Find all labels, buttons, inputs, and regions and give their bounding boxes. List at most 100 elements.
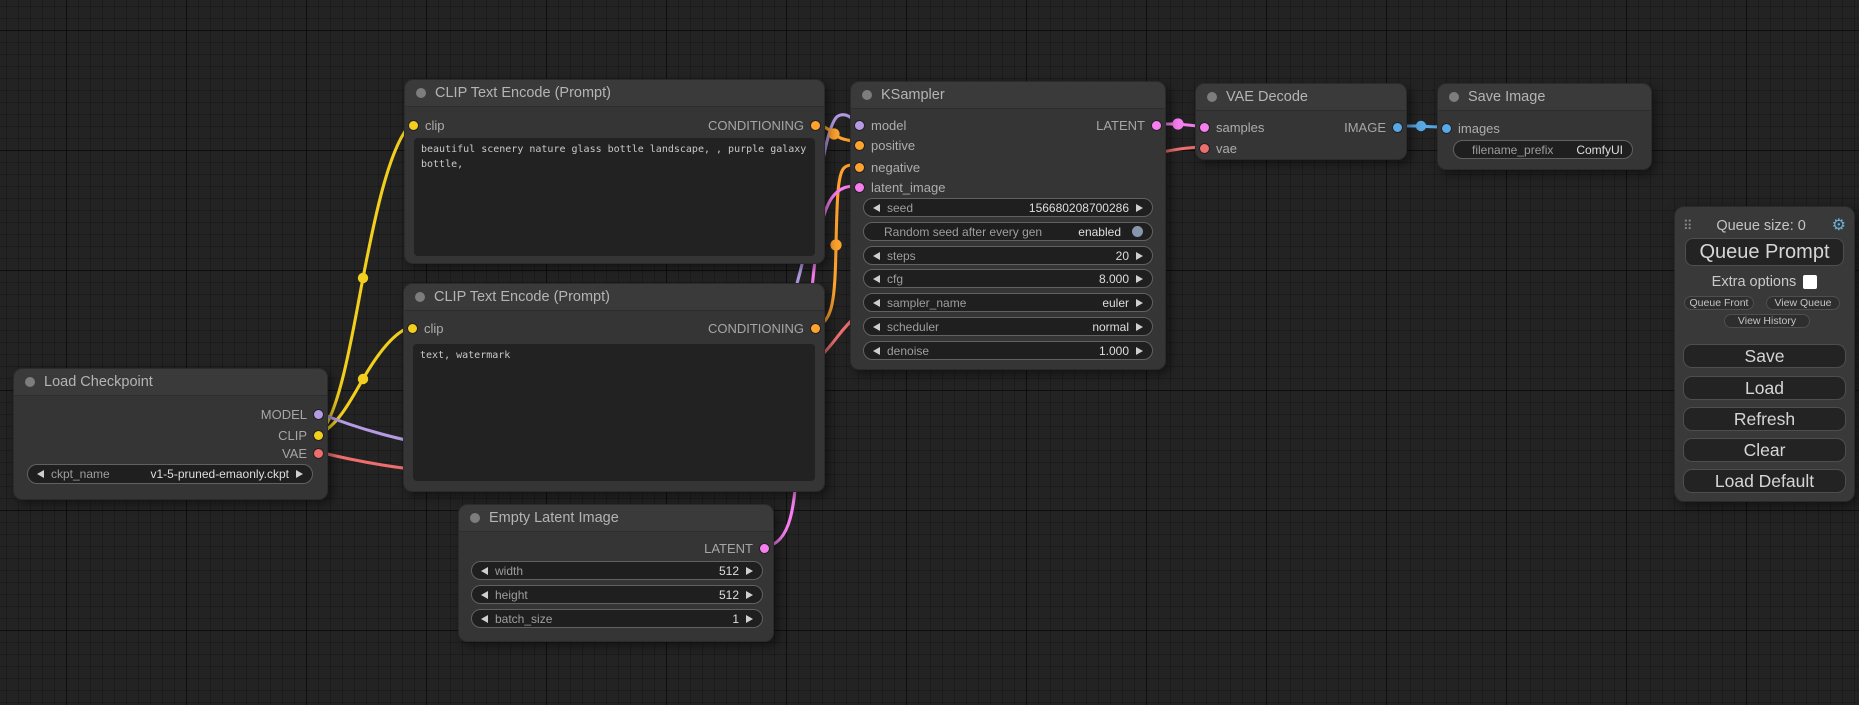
collapse-dot-icon[interactable] xyxy=(1207,92,1217,102)
collapse-dot-icon[interactable] xyxy=(25,377,35,387)
decrement-arrow-icon[interactable] xyxy=(481,615,488,623)
decrement-arrow-icon[interactable] xyxy=(873,323,880,331)
node-title-bar[interactable]: CLIP Text Encode (Prompt) xyxy=(404,284,824,311)
node-title-bar[interactable]: Load Checkpoint xyxy=(14,369,327,396)
latent-slot-icon[interactable] xyxy=(1152,121,1161,130)
output-slot-image[interactable]: IMAGE xyxy=(1344,118,1402,136)
increment-arrow-icon[interactable] xyxy=(1136,323,1143,331)
image-slot-icon[interactable] xyxy=(1393,123,1402,132)
refresh-button[interactable]: Refresh xyxy=(1683,407,1846,431)
input-slot-images[interactable]: images xyxy=(1442,119,1500,137)
positive-prompt-textarea[interactable]: beautiful scenery nature glass bottle la… xyxy=(414,138,815,256)
batch-size-widget[interactable]: batch_size 1 xyxy=(471,609,763,628)
node-save-image[interactable]: Save Image images filename_prefix ComfyU… xyxy=(1437,83,1652,170)
decrement-arrow-icon[interactable] xyxy=(481,591,488,599)
clip-slot-icon[interactable] xyxy=(314,431,323,440)
settings-gear-icon[interactable]: ⚙ xyxy=(1832,218,1846,234)
toggle-icon[interactable] xyxy=(1132,226,1143,237)
node-vae-decode[interactable]: VAE Decode samples vae IMAGE xyxy=(1195,83,1407,160)
input-slot-latent-image[interactable]: latent_image xyxy=(855,178,945,196)
image-slot-icon[interactable] xyxy=(1442,124,1451,133)
increment-arrow-icon[interactable] xyxy=(1136,347,1143,355)
node-load-checkpoint[interactable]: Load Checkpoint MODEL CLIP VAE ckpt_name… xyxy=(13,368,328,500)
queue-prompt-button[interactable]: Queue Prompt xyxy=(1685,238,1844,266)
negative-prompt-textarea[interactable]: text, watermark xyxy=(413,344,815,481)
node-title-bar[interactable]: KSampler xyxy=(851,82,1165,109)
collapse-dot-icon[interactable] xyxy=(470,513,480,523)
input-slot-clip[interactable]: clip xyxy=(408,319,444,337)
output-slot-vae[interactable]: VAE xyxy=(282,444,323,462)
vae-slot-icon[interactable] xyxy=(314,449,323,458)
node-clip-text-encode-positive[interactable]: CLIP Text Encode (Prompt) clip CONDITION… xyxy=(404,79,825,264)
random-seed-toggle-widget[interactable]: Random seed after every gen enabled xyxy=(863,222,1153,241)
input-slot-clip[interactable]: clip xyxy=(409,116,445,134)
decrement-arrow-icon[interactable] xyxy=(873,252,880,260)
conditioning-slot-icon[interactable] xyxy=(811,324,820,333)
view-history-button[interactable]: View History xyxy=(1724,314,1810,328)
input-slot-positive[interactable]: positive xyxy=(855,136,915,154)
seed-widget[interactable]: seed 156680208700286 xyxy=(863,198,1153,217)
output-slot-latent[interactable]: LATENT xyxy=(704,539,769,557)
output-slot-latent[interactable]: LATENT xyxy=(1096,116,1161,134)
decrement-arrow-icon[interactable] xyxy=(873,275,880,283)
increment-arrow-icon[interactable] xyxy=(1136,275,1143,283)
node-title-bar[interactable]: VAE Decode xyxy=(1196,84,1406,111)
sampler-name-widget[interactable]: sampler_name euler xyxy=(863,293,1153,312)
model-slot-icon[interactable] xyxy=(314,410,323,419)
model-slot-icon[interactable] xyxy=(855,121,864,130)
vae-slot-icon[interactable] xyxy=(1200,144,1209,153)
output-slot-clip[interactable]: CLIP xyxy=(278,426,323,444)
latent-slot-icon[interactable] xyxy=(760,544,769,553)
collapse-dot-icon[interactable] xyxy=(416,88,426,98)
increment-arrow-icon[interactable] xyxy=(746,615,753,623)
decrement-arrow-icon[interactable] xyxy=(873,299,880,307)
node-ksampler[interactable]: KSampler model positive negative latent_… xyxy=(850,81,1166,370)
node-empty-latent-image[interactable]: Empty Latent Image LATENT width 512 heig… xyxy=(458,504,774,642)
collapse-dot-icon[interactable] xyxy=(415,292,425,302)
output-slot-conditioning[interactable]: CONDITIONING xyxy=(708,319,820,337)
decrement-arrow-icon[interactable] xyxy=(481,567,488,575)
cfg-widget[interactable]: cfg 8.000 xyxy=(863,269,1153,288)
conditioning-slot-icon[interactable] xyxy=(811,121,820,130)
collapse-dot-icon[interactable] xyxy=(1449,92,1459,102)
height-widget[interactable]: height 512 xyxy=(471,585,763,604)
clip-slot-icon[interactable] xyxy=(409,121,418,130)
decrement-arrow-icon[interactable] xyxy=(873,204,880,212)
extra-options-checkbox[interactable] xyxy=(1803,275,1817,289)
latent-slot-icon[interactable] xyxy=(855,183,864,192)
increment-arrow-icon[interactable] xyxy=(1136,204,1143,212)
input-slot-model[interactable]: model xyxy=(855,116,906,134)
conditioning-slot-icon[interactable] xyxy=(855,163,864,172)
load-default-button[interactable]: Load Default xyxy=(1683,469,1846,493)
drag-handle-icon[interactable]: ⠿ xyxy=(1683,218,1691,234)
increment-arrow-icon[interactable] xyxy=(1136,252,1143,260)
queue-front-button[interactable]: Queue Front xyxy=(1684,296,1754,310)
clip-slot-icon[interactable] xyxy=(408,324,417,333)
node-title-bar[interactable]: CLIP Text Encode (Prompt) xyxy=(405,80,824,107)
increment-arrow-icon[interactable] xyxy=(1136,299,1143,307)
steps-widget[interactable]: steps 20 xyxy=(863,246,1153,265)
increment-arrow-icon[interactable] xyxy=(746,567,753,575)
decrement-arrow-icon[interactable] xyxy=(37,470,44,478)
input-slot-negative[interactable]: negative xyxy=(855,158,920,176)
input-slot-vae[interactable]: vae xyxy=(1200,139,1237,157)
input-slot-samples[interactable]: samples xyxy=(1200,118,1264,136)
scheduler-widget[interactable]: scheduler normal xyxy=(863,317,1153,336)
node-title-bar[interactable]: Save Image xyxy=(1438,84,1651,111)
node-clip-text-encode-negative[interactable]: CLIP Text Encode (Prompt) clip CONDITION… xyxy=(403,283,825,492)
ckpt-name-widget[interactable]: ckpt_name v1-5-pruned-emaonly.ckpt xyxy=(27,464,313,484)
clear-button[interactable]: Clear xyxy=(1683,438,1846,462)
node-title-bar[interactable]: Empty Latent Image xyxy=(459,505,773,532)
view-queue-button[interactable]: View Queue xyxy=(1766,296,1840,310)
filename-prefix-widget[interactable]: filename_prefix ComfyUI xyxy=(1453,140,1633,159)
decrement-arrow-icon[interactable] xyxy=(873,347,880,355)
latent-slot-icon[interactable] xyxy=(1200,123,1209,132)
denoise-widget[interactable]: denoise 1.000 xyxy=(863,341,1153,360)
save-button[interactable]: Save xyxy=(1683,344,1846,368)
conditioning-slot-icon[interactable] xyxy=(855,141,864,150)
output-slot-model[interactable]: MODEL xyxy=(261,405,323,423)
increment-arrow-icon[interactable] xyxy=(296,470,303,478)
collapse-dot-icon[interactable] xyxy=(862,90,872,100)
width-widget[interactable]: width 512 xyxy=(471,561,763,580)
output-slot-conditioning[interactable]: CONDITIONING xyxy=(708,116,820,134)
